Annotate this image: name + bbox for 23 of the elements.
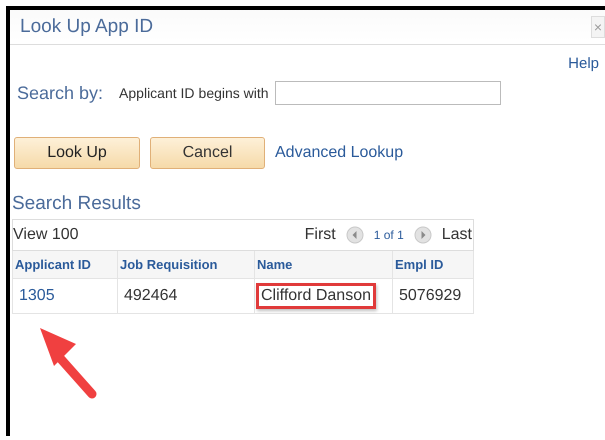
- next-icon[interactable]: [414, 226, 432, 244]
- table-cell: Clifford Danson: [256, 283, 376, 309]
- window-title: Look Up App ID: [19, 16, 154, 38]
- page-count: 1 of 1: [374, 228, 404, 242]
- search-field[interactable]: [274, 81, 501, 105]
- operator-label: begins with: [198, 85, 269, 101]
- lookup-button[interactable]: Cancel: [150, 137, 265, 169]
- field-label: Applicant ID: [119, 85, 195, 101]
- column-header[interactable]: Job Requisition: [118, 250, 254, 278]
- lookup-button[interactable]: Look Up: [14, 137, 140, 169]
- table-cell-text: 5076929: [398, 286, 462, 306]
- help-link[interactable]: Help: [568, 55, 599, 77]
- column-header[interactable]: Name: [254, 250, 392, 278]
- last-label: Last: [442, 226, 472, 244]
- view-all-link[interactable]: View 100: [13, 226, 79, 244]
- advanced-lookup-link[interactable]: Advanced Lookup: [275, 144, 404, 162]
- column-header[interactable]: Empl ID: [392, 250, 474, 278]
- section-title: Search Results: [12, 193, 142, 215]
- table-cell-text: 492464: [123, 286, 178, 306]
- search-by-label: Search by:: [17, 82, 104, 104]
- previous-icon[interactable]: [346, 226, 364, 244]
- first-label: First: [304, 226, 336, 244]
- column-header[interactable]: Applicant ID: [12, 250, 118, 278]
